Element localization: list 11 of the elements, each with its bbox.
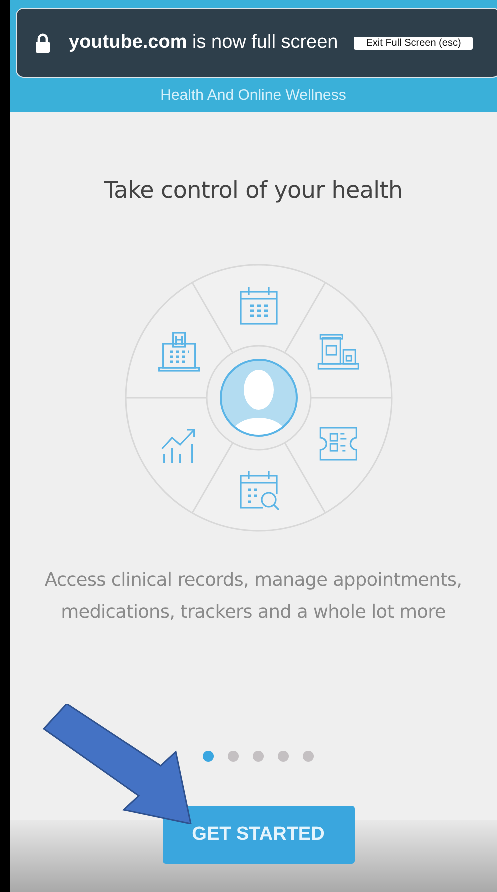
app-tagline: Health And Online Wellness	[160, 87, 346, 104]
pager-dot[interactable]	[203, 751, 214, 762]
pager-dot[interactable]	[303, 751, 314, 762]
fullscreen-message: youtube.com is now full screen	[69, 32, 338, 54]
pager-dot[interactable]	[253, 751, 264, 762]
headline: Take control of your health	[104, 178, 403, 204]
exit-fullscreen-button[interactable]: Exit Full Screen (esc)	[354, 36, 474, 50]
lock-icon	[35, 33, 51, 53]
feature-description: Access clinical records, manage appointments, medications, trackers and a whole lot more	[44, 569, 464, 625]
pager-dot[interactable]	[228, 751, 239, 762]
pager-dot[interactable]	[278, 751, 289, 762]
